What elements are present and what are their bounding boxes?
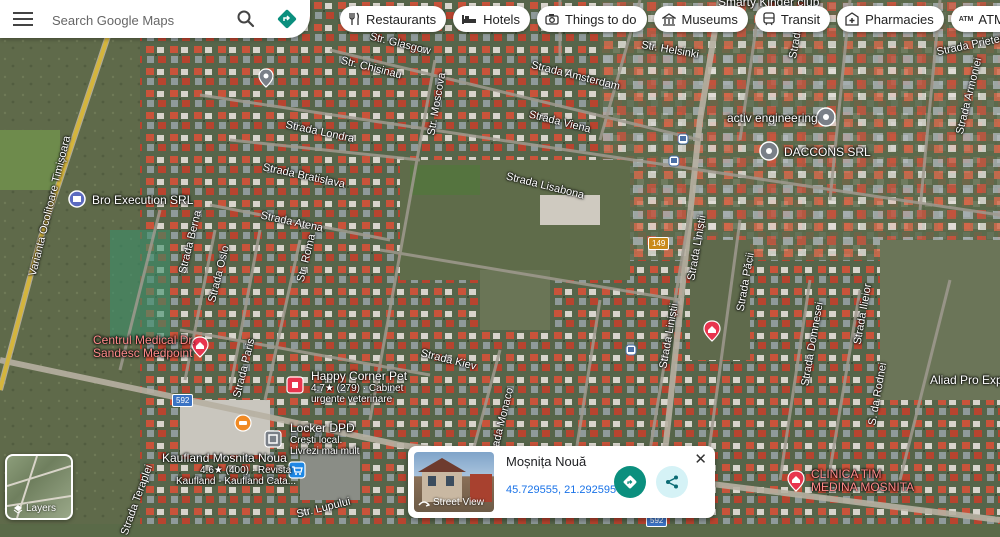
chip-label: Hotels	[483, 11, 520, 27]
chip-transit[interactable]: Transit	[754, 6, 831, 32]
place-label-locker-line3: Livrezi mai mult	[290, 446, 360, 457]
location-pin-icon[interactable]	[258, 68, 274, 88]
train-icon	[763, 12, 775, 26]
food-pin-icon[interactable]	[234, 414, 252, 432]
place-label-locker-dpd[interactable]: Locker DPD Crești local. Livrezi mai mul…	[290, 421, 360, 458]
place-label-aliad-pro[interactable]: Aliad Pro Exp	[930, 374, 1000, 387]
search-icon[interactable]	[236, 9, 256, 29]
fork-knife-icon	[349, 12, 359, 25]
search-input[interactable]	[50, 9, 224, 31]
road-badge-592-a: 592	[172, 394, 194, 407]
location-pin-icon[interactable]	[759, 141, 779, 163]
museum-icon	[661, 12, 676, 26]
chip-label: ATMs	[978, 11, 1000, 27]
chip-things-to-do[interactable]: Things to do	[536, 6, 647, 32]
transit-stop-icon[interactable]	[677, 133, 689, 145]
place-label-centrul-line2: Sandesc Medpoint	[93, 346, 193, 360]
business-pin-icon[interactable]	[68, 190, 86, 210]
place-label-clinica-tim[interactable]: CLINICA TIM MEDINA MOSNITA	[811, 468, 914, 494]
chip-label: Museums	[681, 11, 738, 27]
layers-button[interactable]: Layers	[5, 454, 73, 520]
atm-icon: ATM	[958, 15, 974, 23]
close-icon[interactable]: ✕	[694, 450, 707, 468]
layers-label: Layers	[26, 503, 57, 514]
coordinates-link[interactable]: 45.729555, 21.292595	[506, 484, 616, 496]
transit-stop-icon[interactable]	[668, 155, 680, 167]
locker-pin-icon[interactable]	[264, 430, 282, 448]
place-label-happy-rating: 4.7★ (279) · Cabinet	[311, 383, 404, 394]
location-info-card: Street View Moșnița Nouă 45.729555, 21.2…	[408, 446, 715, 518]
place-label-daccons[interactable]: DACCONS SRL	[784, 146, 871, 159]
vet-pin-icon[interactable]	[286, 376, 304, 394]
directions-button[interactable]	[614, 466, 646, 498]
chip-label: Pharmacies	[865, 11, 934, 27]
medical-pin-icon[interactable]	[786, 470, 806, 492]
chip-label: Restaurants	[366, 11, 437, 27]
hamburger-menu-icon[interactable]	[13, 12, 33, 26]
road-badge-149: 149	[648, 237, 670, 250]
place-label-happy-corner-pet[interactable]: Happy Corner Pet 4.7★ (279) · Cabinet ur…	[311, 369, 408, 406]
medical-pin-icon[interactable]	[702, 320, 722, 342]
chip-museums[interactable]: Museums	[653, 6, 748, 32]
place-label-kaufland-rating: 4.6★ (400) · Revista	[200, 465, 292, 476]
place-label-activ-engineering[interactable]: activ engineering	[727, 112, 818, 125]
chip-restaurants[interactable]: Restaurants	[340, 6, 447, 32]
place-label-centrul-medical[interactable]: Centrul Medical Dr. Sandesc Medpoint	[93, 334, 195, 360]
camera-icon	[545, 14, 559, 25]
location-pin-icon[interactable]	[816, 107, 836, 129]
transit-stop-icon[interactable]	[625, 344, 637, 356]
place-label-kaufland-name: Kaufland Mosnita Noua	[162, 451, 287, 465]
share-icon	[666, 475, 678, 489]
chip-hotels[interactable]: Hotels	[453, 6, 530, 32]
street-view-thumbnail[interactable]: Street View	[414, 452, 494, 512]
layers-icon	[13, 504, 23, 514]
street-view-label: Street View	[433, 497, 484, 508]
place-label-happy-name: Happy Corner Pet	[311, 369, 408, 383]
street-view-icon	[418, 500, 430, 507]
share-button[interactable]	[656, 466, 688, 498]
bed-icon	[462, 15, 477, 24]
place-label-locker-line2: Crești local.	[290, 435, 343, 446]
pharmacy-icon	[845, 12, 859, 26]
chip-atms[interactable]: ATM ATMs	[950, 6, 1000, 32]
place-title: Moșnița Nouă	[506, 454, 587, 469]
place-label-happy-type: urgente veterinare	[311, 394, 393, 405]
place-label-bro-execution[interactable]: Bro Execution SRL	[92, 194, 193, 207]
place-label-clinica-line2: MEDINA MOSNITA	[811, 480, 915, 494]
directions-icon[interactable]	[277, 9, 297, 29]
place-label-locker-name: Locker DPD	[290, 421, 355, 435]
place-label-kaufland[interactable]: Kaufland Mosnita Noua 4.6★ (400) · Revis…	[162, 451, 297, 488]
directions-icon	[623, 475, 637, 489]
chip-label: Transit	[780, 11, 821, 27]
category-chips: Restaurants Hotels Things to do Museums …	[340, 6, 1000, 32]
place-label-kaufland-line3: Kaufland - Kaufland Cata...	[176, 476, 297, 487]
chip-pharmacies[interactable]: Pharmacies	[837, 6, 944, 32]
chip-label: Things to do	[564, 11, 637, 27]
search-bar	[0, 0, 310, 38]
